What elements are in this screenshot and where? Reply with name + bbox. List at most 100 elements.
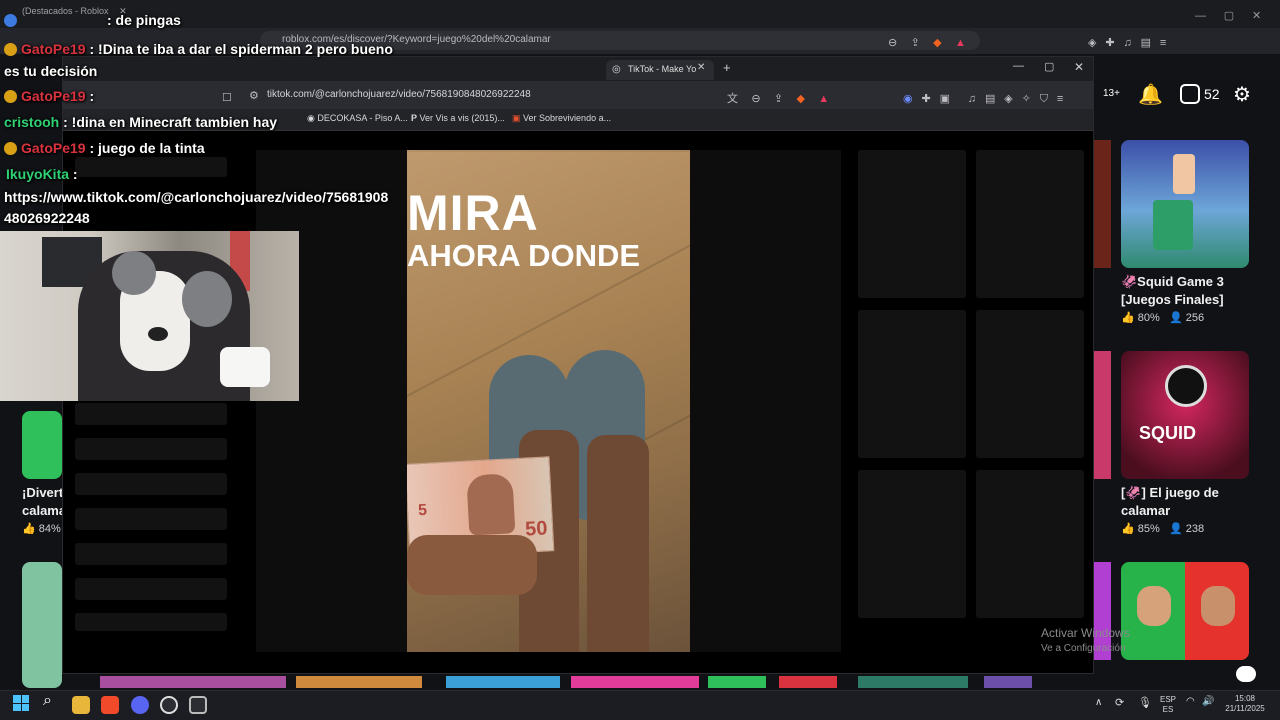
tray-chevron-icon[interactable]: ∧ <box>1095 697 1102 708</box>
chat-text: : juego de la tinta <box>89 140 205 156</box>
chat-message: cristooh : !dina en Minecraft tambien ha… <box>4 114 277 130</box>
game-thumbnail[interactable] <box>22 411 62 479</box>
search-icon[interactable]: ⌕ <box>43 692 52 710</box>
game-title[interactable]: 🦑Squid Game 3 [Juegos Finales] <box>1121 273 1271 309</box>
minimize-icon[interactable]: — <box>1195 10 1206 22</box>
game-stats: 👍 85% 👤 238 <box>1121 522 1204 535</box>
game-rating: 85% <box>1137 523 1160 535</box>
app-icon[interactable] <box>189 696 207 714</box>
chat-message: GatoPe19 : <box>4 88 94 104</box>
chat-text: : de pingas <box>107 12 181 28</box>
menu-icon[interactable]: ≡ <box>1057 93 1063 105</box>
start-icon[interactable] <box>13 695 29 711</box>
sidebar-icon[interactable]: ▤ <box>1141 37 1151 49</box>
site-info-icon[interactable]: ⚙ <box>249 89 259 102</box>
loading-placeholder <box>75 508 227 530</box>
game-thumbnail[interactable]: SQUID <box>1121 351 1249 479</box>
chat-username <box>21 12 107 28</box>
loading-placeholder <box>75 578 227 600</box>
wallet-icon[interactable]: ◈ <box>1088 37 1096 49</box>
leo-icon[interactable]: ✧ <box>1022 93 1031 105</box>
front-extension-icons: ◉ ✚ ▣ ♫ ▤ ◈ ✧ ⛉ ≡ <box>903 89 1063 107</box>
media-icon[interactable]: ♫ <box>968 93 976 105</box>
close-tab-icon[interactable]: ✕ <box>697 62 705 73</box>
chat-username: GatoPe19 <box>21 140 86 156</box>
banknote-value-side: 5 <box>417 501 428 520</box>
chat-text: : !Dina te iba a dar el spiderman 2 pero… <box>89 41 393 57</box>
sync-icon[interactable]: ⟳ <box>1115 696 1124 709</box>
chat-message: https://www.tiktok.com/@carlonchojuarez/… <box>4 189 388 205</box>
bookmark-item[interactable]: P Ver Vis a vis (2015)... <box>411 113 505 123</box>
loading-placeholder <box>75 543 227 565</box>
file-explorer-icon[interactable] <box>72 696 90 714</box>
gear-icon[interactable]: ⚙ <box>1233 82 1251 107</box>
brave-shield-icon[interactable]: ◆ <box>933 37 941 49</box>
clock-date: 21/11/2025 <box>1225 704 1265 713</box>
share-icon[interactable]: ⇪ <box>774 93 783 105</box>
language-indicator[interactable]: ESP ES <box>1158 695 1178 715</box>
audio-icon[interactable]: ◉ <box>903 93 913 105</box>
clock[interactable]: 15:08 21/11/2025 <box>1222 694 1268 714</box>
bell-icon[interactable]: 🔔 <box>1138 82 1163 107</box>
bookmark-item[interactable]: ▣ Ver Sobreviviendo a... <box>512 113 611 124</box>
zoom-icon[interactable]: ⊖ <box>751 93 760 105</box>
brave-shield-icon[interactable]: ◆ <box>796 93 804 105</box>
brave-rewards-icon[interactable]: ▲ <box>818 93 829 105</box>
minimize-icon[interactable]: — <box>1013 60 1024 72</box>
puzzle-icon[interactable]: ✚ <box>1105 37 1114 49</box>
share-icon[interactable]: ⇪ <box>911 37 920 49</box>
game-rating: 84% <box>38 523 61 535</box>
chat-message: GatoPe19 : juego de la tinta <box>4 140 205 156</box>
chat-text: : <box>89 88 95 104</box>
thumbnail-logo: SQUID <box>1139 423 1197 443</box>
game-thumbnail[interactable] <box>1121 140 1249 268</box>
menu-icon[interactable]: ≡ <box>1160 37 1166 49</box>
game-thumbnail[interactable] <box>22 562 62 688</box>
video-caption-line2: AHORA DONDE <box>407 238 641 273</box>
new-tab-icon[interactable]: + <box>723 60 731 75</box>
chat-link[interactable]: https://www.tiktok.com/@carlonchojuarez/… <box>4 189 388 205</box>
microphone-icon[interactable]: 🎙 <box>1138 696 1152 709</box>
media-icon[interactable]: ♫ <box>1123 37 1131 49</box>
game-stats: 👍 80% 👤 256 <box>1121 311 1204 324</box>
game-title[interactable]: ¡Divert... calamar <box>22 484 66 520</box>
brave-browser-icon[interactable] <box>101 696 119 714</box>
banknote-portrait <box>466 473 516 536</box>
tiktok-url-text: tiktok.com/@carlonchojuarez/video/756819… <box>267 89 531 100</box>
game-rating: 80% <box>1137 312 1160 324</box>
language-code: ESP <box>1159 695 1176 704</box>
chat-username: cristooh <box>4 114 60 130</box>
maximize-icon[interactable]: ▢ <box>1224 10 1234 22</box>
floor-plank <box>407 150 690 152</box>
volume-icon[interactable]: 🔊 <box>1202 696 1214 707</box>
tiktok-video[interactable]: MIRA AHORA DONDE 50 5 <box>407 150 690 652</box>
chat-username: GatoPe19 <box>21 41 86 57</box>
puzzle-icon[interactable]: ✚ <box>922 93 931 105</box>
hand <box>407 535 537 595</box>
face-figure <box>1137 586 1171 626</box>
mask-figure <box>1165 365 1207 407</box>
bookmark-icon: ◉ <box>307 113 315 123</box>
discord-icon[interactable] <box>131 696 149 714</box>
close-icon[interactable]: ✕ <box>1252 10 1261 22</box>
maximize-icon[interactable]: ▢ <box>1044 60 1054 73</box>
zoom-icon[interactable]: ⊖ <box>888 37 897 49</box>
robux-icon[interactable] <box>1180 84 1200 104</box>
wallet-icon[interactable]: ◈ <box>1004 93 1012 105</box>
chat-bubble-icon[interactable] <box>1236 666 1256 682</box>
translate-icon[interactable]: 文 <box>727 93 738 105</box>
obs-icon[interactable] <box>160 696 178 714</box>
brave-rewards-icon[interactable]: ▲ <box>955 37 966 49</box>
sidebar-icon[interactable]: ▤ <box>985 93 995 105</box>
game-thumbnail <box>984 676 1032 688</box>
bookmark-item[interactable]: ◉ DECOKASA - Piso A... <box>307 113 408 124</box>
wifi-icon[interactable]: ◠ <box>1186 696 1195 707</box>
game-thumbnail <box>571 676 699 688</box>
chat-link[interactable]: 48026922248 <box>4 210 90 226</box>
game-title[interactable]: [🦑] El juego de calamar <box>1121 484 1271 520</box>
bookmark-icon[interactable]: ☐ <box>222 88 232 106</box>
screenshot-icon[interactable]: ▣ <box>940 93 950 105</box>
close-icon[interactable]: ✕ <box>1074 60 1084 74</box>
vpn-icon[interactable]: ⛉ <box>1040 93 1048 105</box>
game-thumbnail[interactable] <box>1121 562 1249 660</box>
